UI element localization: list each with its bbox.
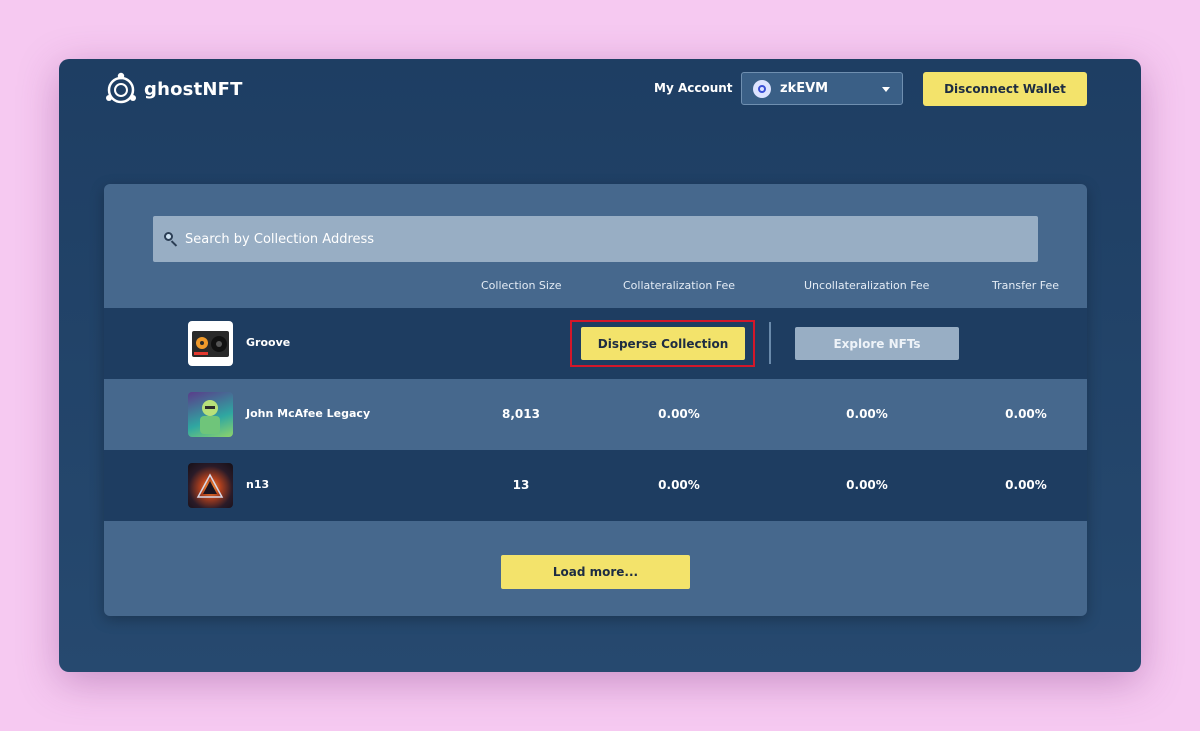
collateralization-fee: 0.00% — [658, 407, 700, 421]
table-row[interactable]: n13 13 0.00% 0.00% 0.00% — [104, 450, 1087, 521]
table-row[interactable]: Groove Disperse Collection Explore NFTs — [104, 308, 1087, 379]
collection-thumbnail — [188, 392, 233, 437]
divider — [769, 322, 771, 364]
explore-nfts-button[interactable]: Explore NFTs — [795, 327, 959, 360]
collection-name: John McAfee Legacy — [246, 407, 371, 420]
load-more-button[interactable]: Load more... — [501, 555, 690, 589]
my-account-link[interactable]: My Account — [654, 81, 733, 95]
column-header-collection-size: Collection Size — [481, 279, 562, 292]
transfer-fee: 0.00% — [1005, 478, 1047, 492]
disconnect-wallet-button[interactable]: Disconnect Wallet — [923, 72, 1087, 106]
chevron-down-icon — [882, 87, 890, 92]
collection-size: 8,013 — [502, 407, 540, 421]
search-bar[interactable] — [153, 216, 1038, 262]
column-header-uncollateralization-fee: Uncollateralization Fee — [804, 279, 930, 292]
ghost-logo-icon — [106, 72, 136, 104]
logo[interactable]: ghostNFT — [103, 71, 243, 107]
disperse-collection-button[interactable]: Disperse Collection — [581, 327, 745, 360]
search-input[interactable] — [183, 230, 1007, 248]
collections-panel: Collection Size Collateralization Fee Un… — [104, 184, 1087, 616]
zkevm-network-icon — [753, 79, 771, 98]
network-selector[interactable]: zkEVM — [741, 72, 903, 105]
collection-thumbnail — [188, 321, 233, 366]
logo-text: ghostNFT — [144, 78, 243, 100]
app-window: ghostNFT My Account zkEVM Disconnect Wal… — [59, 59, 1141, 672]
search-icon — [163, 231, 179, 247]
collection-name: n13 — [246, 478, 270, 491]
collateralization-fee: 0.00% — [658, 478, 700, 492]
transfer-fee: 0.00% — [1005, 407, 1047, 421]
table-row[interactable]: John McAfee Legacy 8,013 0.00% 0.00% 0.0… — [104, 379, 1087, 450]
column-header-transfer-fee: Transfer Fee — [992, 279, 1059, 292]
column-header-collateralization-fee: Collateralization Fee — [623, 279, 736, 292]
network-label: zkEVM — [780, 81, 829, 96]
collection-name: Groove — [246, 336, 291, 349]
collection-thumbnail — [188, 463, 233, 508]
uncollateralization-fee: 0.00% — [846, 407, 888, 421]
uncollateralization-fee: 0.00% — [846, 478, 888, 492]
collection-size: 13 — [512, 478, 530, 492]
